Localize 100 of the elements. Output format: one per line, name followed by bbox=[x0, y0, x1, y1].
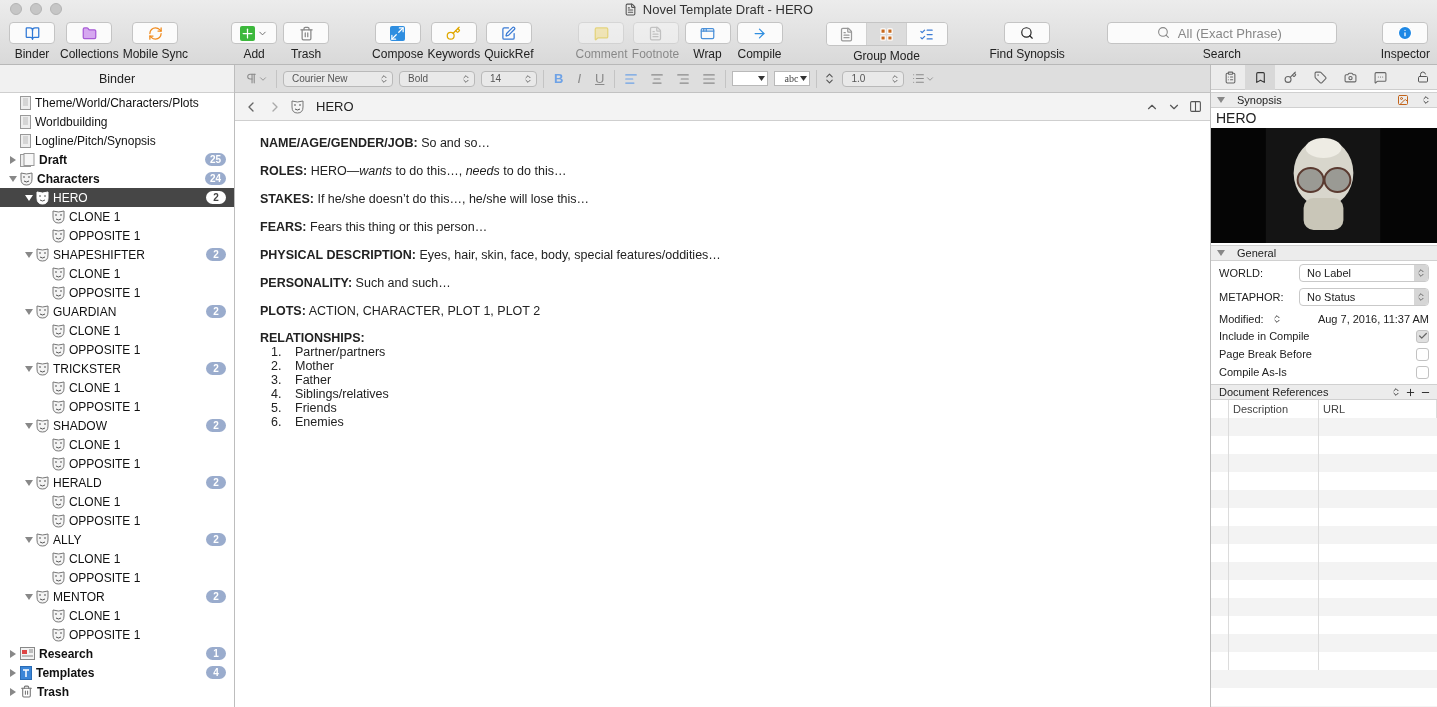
toolbar-button[interactable] bbox=[485, 22, 532, 44]
line-spacing-select[interactable]: 1.0 bbox=[842, 70, 905, 87]
binder-item[interactable]: OPPOSITE 1 bbox=[0, 283, 234, 302]
split-icon[interactable] bbox=[1189, 100, 1202, 113]
binder-item[interactable]: SHADOW 2 bbox=[0, 416, 234, 435]
binder-item[interactable]: Templates 4 bbox=[0, 663, 234, 682]
toolbar-label: Find Synopsis bbox=[989, 47, 1065, 61]
toolbar-button[interactable] bbox=[736, 22, 783, 44]
binder-item[interactable]: OPPOSITE 1 bbox=[0, 226, 234, 245]
binder-item[interactable]: CLONE 1 bbox=[0, 435, 234, 454]
binder-item[interactable]: SHAPESHIFTER 2 bbox=[0, 245, 234, 264]
typeface-select[interactable]: Bold bbox=[399, 70, 475, 87]
binder-item[interactable]: Characters 24 bbox=[0, 169, 234, 188]
stepper-icon[interactable] bbox=[1421, 95, 1431, 105]
section-title: General bbox=[1237, 247, 1277, 259]
binder-item[interactable]: HERALD 2 bbox=[0, 473, 234, 492]
binder-item[interactable]: OPPOSITE 1 bbox=[0, 568, 234, 587]
binder-item[interactable]: CLONE 1 bbox=[0, 378, 234, 397]
segment-button[interactable] bbox=[826, 23, 867, 45]
binder-item[interactable]: CLONE 1 bbox=[0, 264, 234, 283]
select-field[interactable]: No Label bbox=[1299, 264, 1429, 282]
search-field[interactable]: All (Exact Phrase) bbox=[1106, 22, 1337, 44]
expand-triangle-icon[interactable] bbox=[9, 668, 17, 677]
font-select[interactable]: Courier New bbox=[283, 70, 393, 87]
group-mode-control[interactable] bbox=[825, 22, 948, 46]
list-item: Father bbox=[295, 373, 332, 387]
binder-item[interactable]: Trash bbox=[0, 682, 234, 701]
binder-item[interactable]: Logline/Pitch/Synopsis bbox=[0, 131, 234, 150]
binder-item[interactable]: TRICKSTER 2 bbox=[0, 359, 234, 378]
binder-header: Binder bbox=[0, 65, 234, 93]
binder-item[interactable]: CLONE 1 bbox=[0, 606, 234, 625]
binder-item[interactable]: ALLY 2 bbox=[0, 530, 234, 549]
align-icon[interactable] bbox=[676, 71, 691, 86]
mask-icon bbox=[52, 380, 65, 395]
binder-item[interactable]: HERO 2 bbox=[0, 188, 234, 207]
checkbox[interactable] bbox=[1416, 329, 1429, 343]
binder-item[interactable]: OPPOSITE 1 bbox=[0, 454, 234, 473]
binder-item[interactable]: CLONE 1 bbox=[0, 492, 234, 511]
toolbar-label: Compile bbox=[737, 47, 782, 61]
plus-icon bbox=[240, 25, 256, 41]
expand-triangle-icon[interactable] bbox=[9, 649, 17, 658]
info-icon bbox=[1397, 25, 1414, 41]
list-item: Friends bbox=[295, 401, 337, 415]
binder-item[interactable]: GUARDIAN 2 bbox=[0, 302, 234, 321]
segment-button[interactable] bbox=[866, 23, 907, 45]
inspector-tab[interactable] bbox=[1245, 64, 1275, 90]
binder-item[interactable]: CLONE 1 bbox=[0, 207, 234, 226]
binder-item[interactable]: Draft 25 bbox=[0, 150, 234, 169]
binder-item[interactable]: MENTOR 2 bbox=[0, 587, 234, 606]
binder-item[interactable]: CLONE 1 bbox=[0, 321, 234, 340]
toolbar-button[interactable] bbox=[66, 22, 113, 44]
toolbar-button[interactable] bbox=[1004, 22, 1051, 44]
toolbar-button[interactable] bbox=[231, 22, 278, 44]
collapse-triangle-icon[interactable] bbox=[25, 193, 33, 202]
binder-item[interactable]: Worldbuilding bbox=[0, 112, 234, 131]
toolbar-button[interactable] bbox=[9, 22, 55, 44]
comment-icon bbox=[594, 25, 609, 41]
toolbar-button[interactable] bbox=[684, 22, 731, 44]
select-field[interactable]: No Status bbox=[1299, 288, 1429, 306]
tag-icon bbox=[1313, 70, 1327, 84]
lock-icon[interactable] bbox=[1417, 71, 1429, 83]
stepper-icon[interactable] bbox=[1391, 387, 1401, 397]
binder-item[interactable]: Research 1 bbox=[0, 644, 234, 663]
checkbox[interactable] bbox=[1416, 347, 1429, 361]
toolbar-button[interactable] bbox=[132, 22, 179, 44]
image-icon[interactable] bbox=[1397, 94, 1409, 106]
toolbar-button[interactable] bbox=[1382, 22, 1429, 44]
align-icon[interactable] bbox=[702, 71, 717, 86]
trash-icon bbox=[298, 25, 314, 41]
binder-item[interactable]: Theme/World/Characters/Plots bbox=[0, 93, 234, 112]
add-icon[interactable] bbox=[1405, 386, 1416, 398]
binder-item[interactable]: OPPOSITE 1 bbox=[0, 511, 234, 530]
toolbar-label: Footnote bbox=[631, 47, 680, 61]
expand-triangle-icon[interactable] bbox=[9, 687, 17, 696]
checkbox[interactable] bbox=[1416, 365, 1429, 379]
mask-icon bbox=[20, 171, 33, 186]
paragraph: STAKES: If he/she doesn’t do this…, he/she will lose this… bbox=[260, 191, 591, 207]
paragraph: PHYSICAL DESCRIPTION: Eyes, hair, skin, face, body, special features/oddities… bbox=[260, 247, 722, 263]
count-badge: 1 bbox=[206, 647, 226, 660]
expand-triangle-icon[interactable] bbox=[9, 155, 17, 164]
stack-icon bbox=[20, 152, 35, 167]
highlight-button[interactable]: abc bbox=[774, 71, 811, 86]
toolbar-button[interactable] bbox=[374, 22, 421, 44]
binder-item[interactable]: OPPOSITE 1 bbox=[0, 397, 234, 416]
count-badge: 2 bbox=[206, 533, 226, 546]
segment-button[interactable] bbox=[906, 23, 947, 45]
count-badge: 2 bbox=[206, 419, 226, 432]
key-icon bbox=[446, 25, 462, 41]
toolbar-button[interactable] bbox=[283, 22, 330, 44]
count-badge: 24 bbox=[204, 172, 226, 185]
align-icon[interactable] bbox=[650, 71, 665, 86]
size-select[interactable]: 14 bbox=[481, 70, 537, 87]
text-color-button[interactable] bbox=[732, 71, 769, 86]
section-title: Document References bbox=[1219, 386, 1329, 398]
binder-item[interactable]: OPPOSITE 1 bbox=[0, 340, 234, 359]
document-icon bbox=[20, 133, 31, 148]
paragraph: PERSONALITY: Such and such… bbox=[260, 275, 452, 291]
binder-item[interactable]: CLONE 1 bbox=[0, 549, 234, 568]
stepper-icon[interactable] bbox=[1271, 314, 1282, 324]
binder-item[interactable]: OPPOSITE 1 bbox=[0, 625, 234, 644]
